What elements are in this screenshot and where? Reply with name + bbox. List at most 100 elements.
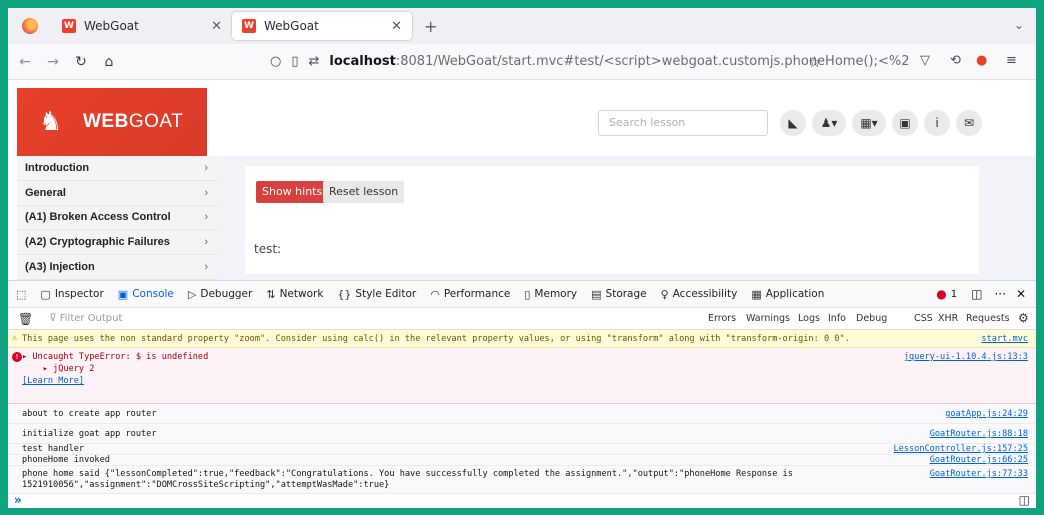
dock-icon[interactable]: ◫	[971, 287, 982, 301]
memory-icon: ▯	[524, 287, 531, 301]
accessibility-icon: ♀	[660, 287, 669, 301]
webgoat-favicon-icon: W	[62, 19, 76, 33]
split-console-icon[interactable]: ◫	[1019, 493, 1030, 507]
tracking-shield-icon[interactable]: ○	[270, 54, 281, 69]
learn-more-link[interactable]: [Learn More]	[22, 376, 84, 386]
browser-window: W WebGoat ✕ W WebGoat ✕ + ⌄ ← → ↻ ⌂ ○ ▯ …	[8, 8, 1036, 508]
pocket-icon[interactable]: ▽	[920, 53, 930, 68]
show-hints-button[interactable]: Show hints	[256, 181, 329, 203]
console-log: about to create app router goatApp.js:24…	[8, 404, 1036, 424]
account-icon[interactable]: ●	[976, 53, 987, 68]
phonehome-text-line2: 1521910056","assignment":"DOMCrossSiteSc…	[22, 480, 390, 490]
style-editor-icon: {}	[337, 287, 352, 301]
filter-debug[interactable]: Debug	[856, 313, 887, 324]
tab-storage[interactable]: ▤ Storage	[591, 288, 647, 301]
pick-element-icon[interactable]: ⬚	[16, 288, 30, 301]
info-icon[interactable]: i	[924, 110, 950, 136]
reset-lesson-button[interactable]: Reset lesson	[323, 181, 405, 203]
bookmark-star-icon[interactable]: ☆	[808, 53, 821, 71]
chevron-right-icon: ›	[204, 236, 208, 249]
warning-icon: ⚠	[12, 333, 18, 343]
close-tab-icon[interactable]: ✕	[391, 19, 402, 34]
log-source-link[interactable]: GoatRouter.js:88:18	[930, 429, 1028, 439]
filter-xhr[interactable]: XHR	[938, 313, 958, 324]
close-devtools-icon[interactable]: ✕	[1016, 287, 1026, 301]
goat-logo-icon: ♞	[39, 107, 63, 137]
filter-output-input[interactable]: Filter Output	[60, 313, 123, 324]
tab-style-editor[interactable]: {} Style Editor	[337, 288, 416, 301]
filter-logs[interactable]: Logs	[798, 313, 820, 324]
menu-item-introduction[interactable]: Introduction ›	[17, 156, 218, 181]
extensions-icon[interactable]: ⟲	[950, 53, 961, 68]
clear-console-icon[interactable]: 🗑	[18, 312, 33, 326]
console-log: initialize goat app router GoatRouter.js…	[8, 424, 1036, 444]
log-source-link[interactable]: LessonController.js:157:25	[893, 444, 1028, 454]
console-warning: ⚠ This page uses the non standard proper…	[8, 330, 1036, 348]
error-text[interactable]: ▸ Uncaught TypeError: $ is undefined	[22, 352, 208, 362]
back-icon[interactable]: ←	[14, 54, 36, 70]
error-stack[interactable]: ▸ jQuery 2	[22, 364, 95, 374]
warning-text: This page uses the non standard property…	[22, 334, 850, 344]
webgoat-page: ♞ WEBGOAT Search lesson ◣ ♟▾ ▦▾ ▣ i ✉ In…	[8, 80, 1036, 280]
tab-debugger[interactable]: ▷ Debugger	[188, 288, 252, 301]
search-lesson-input[interactable]: Search lesson	[598, 110, 768, 136]
filter-info[interactable]: Info	[828, 313, 846, 324]
permissions-icon[interactable]: ⇄	[309, 54, 320, 69]
close-tab-icon[interactable]: ✕	[211, 19, 222, 34]
new-tab-icon[interactable]: +	[424, 17, 437, 36]
console-log: test handler LessonController.js:157:25	[8, 444, 1036, 455]
error-count: 1	[950, 288, 958, 300]
tab-memory[interactable]: ▯ Memory	[524, 288, 577, 301]
forward-icon[interactable]: →	[42, 54, 64, 70]
header-icons: ◣ ♟▾ ▦▾ ▣ i ✉	[780, 110, 988, 136]
tab-console[interactable]: ▣ Console	[118, 288, 174, 301]
log-source-link[interactable]: GoatRouter.js:77:33	[930, 469, 1028, 479]
firefox-logo-icon[interactable]	[22, 18, 38, 34]
filter-css[interactable]: CSS	[914, 313, 933, 324]
tab-title: WebGoat	[84, 19, 139, 33]
filter-warnings[interactable]: Warnings	[746, 313, 790, 324]
tab-accessibility[interactable]: ♀ Accessibility	[661, 288, 738, 301]
prompt-chevron-icon: »	[14, 493, 22, 507]
settings-gear-icon[interactable]: ⚙	[1018, 311, 1029, 325]
tab-application[interactable]: ▦ Application	[751, 288, 824, 301]
tab-network[interactable]: ⇅ Network	[266, 288, 323, 301]
console-input[interactable]: » ◫	[8, 493, 1036, 508]
warning-source-link[interactable]: start.mvc	[981, 334, 1028, 344]
tab-inspector[interactable]: ▢ Inspector	[40, 288, 103, 301]
page-info-icon[interactable]: ▯	[291, 54, 298, 69]
filter-requests[interactable]: Requests	[966, 313, 1010, 324]
image-icon[interactable]: ▣	[892, 110, 918, 136]
error-source-link[interactable]: jquery-ui-1.10.4.js:13:3	[904, 352, 1028, 362]
log-source-link[interactable]: goatApp.js:24:29	[945, 409, 1028, 419]
menu-item-a2[interactable]: (A2) Cryptographic Failures ›	[17, 230, 218, 256]
menu-item-general[interactable]: General ›	[17, 181, 218, 206]
log-text: test handler	[22, 444, 85, 454]
tab-list-chevron-icon[interactable]: ⌄	[1014, 18, 1024, 32]
console-icon: ▣	[117, 287, 129, 301]
chevron-right-icon: ›	[204, 161, 208, 174]
console-filter-bar: 🗑 ⊽ Filter Output Errors Warnings Logs I…	[8, 308, 1036, 330]
chevron-right-icon: ›	[204, 211, 208, 224]
lesson-panel: Show hints Reset lesson test:	[245, 166, 979, 274]
log-source-link[interactable]: GoatRouter.js:66:25	[930, 455, 1028, 465]
user-menu-icon[interactable]: ♟▾	[812, 110, 846, 136]
reload-icon[interactable]: ↻	[70, 54, 92, 70]
menu-icon[interactable]: ≡	[1006, 53, 1017, 68]
error-icon: !	[12, 352, 22, 362]
menu-item-a1[interactable]: (A1) Broken Access Control ›	[17, 206, 218, 231]
error-count-icon[interactable]: ●	[936, 287, 946, 301]
menu-item-a3[interactable]: (A3) Injection ›	[17, 255, 218, 280]
browser-tab-1[interactable]: W WebGoat ✕	[52, 12, 232, 40]
language-flag-icon[interactable]: ▦▾	[852, 110, 886, 136]
home-icon[interactable]: ⌂	[98, 54, 120, 70]
chevron-right-icon: ›	[204, 186, 208, 199]
more-options-icon[interactable]: ···	[994, 287, 1005, 301]
mail-icon[interactable]: ✉	[956, 110, 982, 136]
webgoat-logo[interactable]: ♞ WEBGOAT	[17, 88, 207, 156]
filter-errors[interactable]: Errors	[708, 313, 736, 324]
debugger-icon: ▷	[187, 287, 197, 301]
report-card-icon[interactable]: ◣	[780, 110, 806, 136]
browser-tab-2[interactable]: W WebGoat ✕	[232, 12, 412, 40]
tab-performance[interactable]: ◠ Performance	[430, 288, 510, 301]
